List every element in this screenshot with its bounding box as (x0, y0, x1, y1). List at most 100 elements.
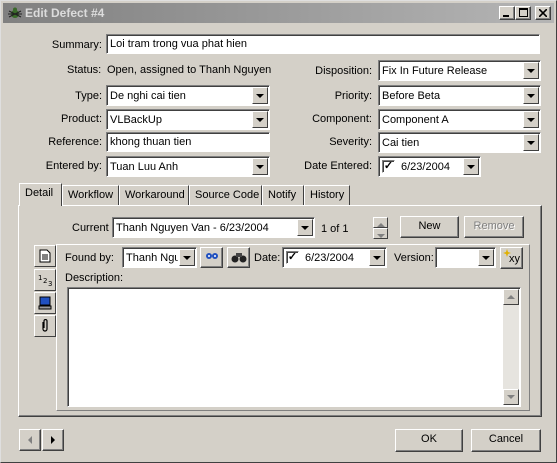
type-label: Type: (75, 90, 102, 102)
type-select-value: De nghi cai tien (110, 90, 186, 102)
current-record-dropdown-button[interactable] (297, 219, 313, 236)
version-dropdown-button[interactable] (478, 249, 494, 266)
found-date-checkbox[interactable]: ✓ (286, 251, 299, 264)
severity-label: Severity: (329, 136, 372, 148)
previous-defect-button[interactable] (19, 429, 41, 451)
tab-history[interactable]: History (304, 185, 350, 205)
reference-input[interactable]: khong thuan tien (106, 132, 270, 152)
maximize-button[interactable] (515, 6, 531, 20)
ok-button[interactable]: OK (395, 429, 463, 452)
arrow-left-icon (28, 436, 32, 444)
component-label: Component: (312, 113, 372, 125)
severity-dropdown-button[interactable] (523, 134, 539, 151)
found-date-picker[interactable]: ✓ 6/23/2004 (282, 247, 387, 268)
numbered-steps-icon: 123 (38, 274, 52, 288)
priority-select-value: Before Beta (382, 90, 441, 102)
find-button[interactable] (227, 247, 250, 268)
remove-button[interactable]: Remove (464, 216, 524, 238)
version-label: Version: (394, 252, 434, 264)
tab-notify[interactable]: Notify (262, 185, 304, 205)
found-date-value: 6/23/2004 (305, 252, 354, 264)
version-select[interactable] (435, 247, 496, 268)
date-entered-value: 6/23/2004 (401, 161, 450, 173)
status-value: Open, assigned to Thanh Nguyen (107, 64, 272, 76)
priority-dropdown-button[interactable] (523, 87, 539, 104)
type-select[interactable]: De nghi cai tien (106, 85, 270, 106)
next-defect-button[interactable] (42, 429, 64, 451)
entered-by-label: Entered by: (45, 160, 102, 172)
details-view-button[interactable] (34, 245, 56, 267)
summary-label: Summary: (51, 39, 102, 51)
product-dropdown-button[interactable] (252, 111, 268, 128)
date-entered-checkbox[interactable]: ✓ (382, 160, 395, 173)
record-prev-spin[interactable] (373, 217, 388, 228)
summary-input[interactable]: Loi tram trong vua phat hien (106, 34, 540, 54)
found-by-label: Found by: (65, 252, 114, 264)
tab-detail[interactable]: Detail (19, 183, 62, 206)
disposition-label: Disposition: (315, 65, 372, 77)
disposition-select[interactable]: Fix In Future Release (378, 60, 541, 81)
found-by-value: Thanh Nguyen (126, 252, 178, 264)
svg-text:2: 2 (43, 277, 47, 285)
reference-label: Reference: (48, 136, 102, 148)
user-lookup-button[interactable] (200, 247, 223, 268)
component-dropdown-button[interactable] (523, 111, 539, 128)
window-title: Edit Defect #4 (25, 6, 105, 20)
priority-select[interactable]: Before Beta (378, 85, 541, 106)
component-select-value: Component A (382, 114, 449, 126)
date-label: Date: (254, 252, 281, 264)
product-label: Product: (61, 113, 102, 125)
date-entered-label: Date Entered: (304, 160, 372, 172)
product-select-value: VLBackUp (110, 114, 162, 126)
minimize-button[interactable] (499, 6, 515, 20)
status-label: Status: (67, 64, 102, 76)
found-by-select[interactable]: Thanh Nguyen (122, 247, 197, 268)
users-icon (205, 253, 218, 259)
entered-by-select[interactable]: Tuan Luu Anh (106, 156, 270, 177)
cancel-button[interactable]: Cancel (471, 429, 541, 452)
environment-view-button[interactable] (34, 292, 56, 314)
current-record-value: Thanh Nguyen Van - 6/23/2004 (116, 222, 269, 234)
current-record-select[interactable]: Thanh Nguyen Van - 6/23/2004 (112, 217, 315, 238)
minimize-icon (503, 15, 509, 17)
tab-source-code[interactable]: Source Code (189, 185, 262, 205)
title-bar[interactable]: Edit Defect #4 (3, 3, 554, 23)
svg-text:1: 1 (38, 274, 42, 282)
severity-select-value: Cai tien (382, 137, 420, 149)
severity-select[interactable]: Cai tien (378, 132, 541, 153)
component-select[interactable]: Component A (378, 109, 541, 130)
maximize-icon (518, 8, 528, 17)
date-entered-picker[interactable]: ✓ 6/23/2004 (378, 156, 481, 177)
scroll-down-button[interactable] (503, 389, 519, 405)
edit-defect-window: Edit Defect #4 Summary: Loi tram trong v… (0, 0, 557, 463)
close-button[interactable] (535, 6, 551, 20)
description-textarea[interactable] (67, 287, 521, 407)
record-next-spin[interactable] (373, 228, 388, 239)
found-by-dropdown-button[interactable] (179, 249, 195, 266)
computer-icon (38, 296, 52, 310)
product-select[interactable]: VLBackUp (106, 109, 270, 130)
svg-text:3: 3 (48, 280, 52, 287)
tab-workflow[interactable]: Workflow (62, 185, 119, 205)
paperclip-icon (42, 318, 48, 332)
arrow-right-icon (51, 436, 55, 444)
type-dropdown-button[interactable] (252, 87, 268, 104)
steps-view-button[interactable]: 123 (34, 269, 56, 291)
xy-button-label: xy (509, 253, 520, 265)
date-entered-dropdown-button[interactable] (463, 158, 479, 175)
close-icon (538, 8, 548, 18)
current-label: Current (72, 222, 109, 234)
attachments-view-button[interactable] (34, 315, 56, 337)
disposition-dropdown-button[interactable] (523, 62, 539, 79)
scroll-up-button[interactable] (503, 289, 519, 305)
entered-by-select-value: Tuan Luu Anh (110, 161, 179, 173)
description-scrollbar[interactable] (503, 289, 519, 405)
tab-workaround[interactable]: Workaround (119, 185, 189, 205)
record-counter: 1 of 1 (321, 223, 349, 235)
found-date-dropdown-button[interactable] (369, 249, 385, 266)
binoculars-icon (231, 253, 246, 263)
xy-button[interactable]: xy (500, 247, 523, 269)
new-button[interactable]: New (400, 216, 459, 238)
entered-by-dropdown-button[interactable] (252, 158, 268, 175)
description-label: Description: (65, 272, 124, 284)
